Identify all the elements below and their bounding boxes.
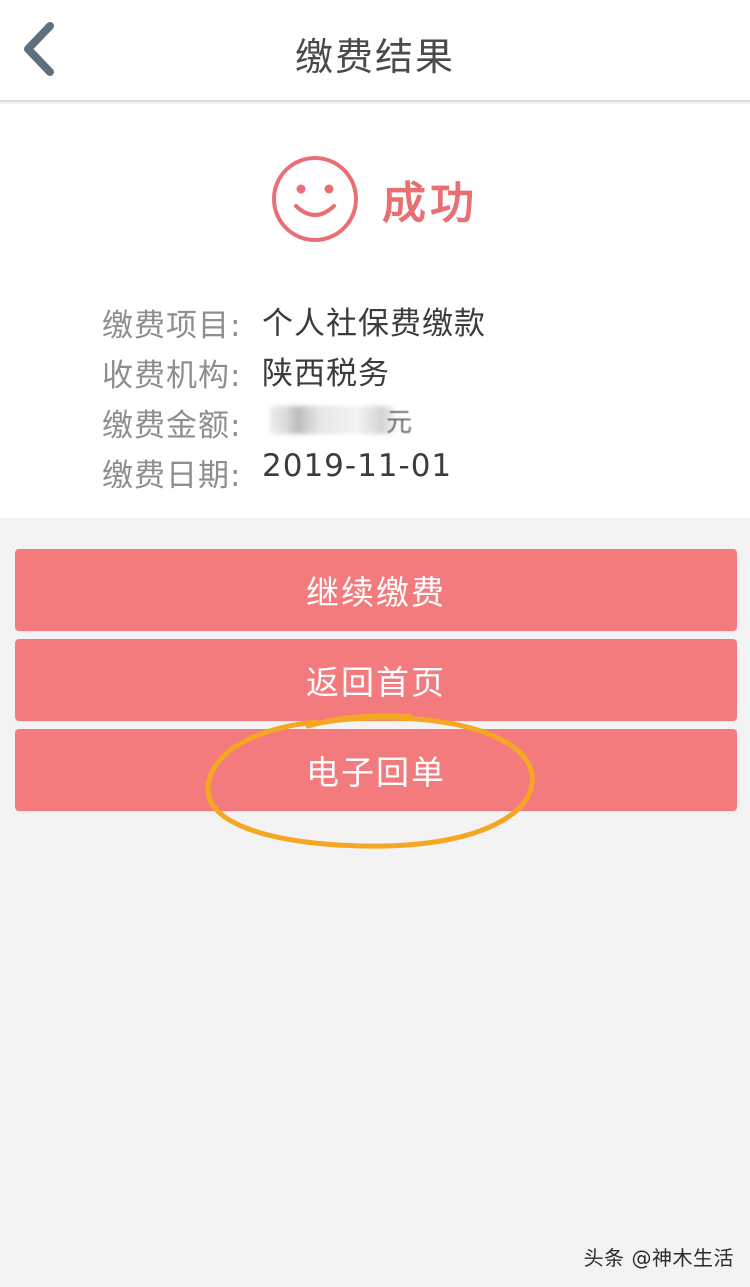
detail-value: 个人社保费缴款 <box>262 306 486 342</box>
watermark: 头条 @神木生活 <box>583 1246 734 1270</box>
redacted-amount <box>270 406 394 434</box>
return-home-button[interactable]: 返回首页 <box>15 639 737 721</box>
detail-value: 2019-11-01 <box>262 448 453 484</box>
result-status: 成功 <box>270 152 478 246</box>
page-title: 缴费结果 <box>294 35 455 79</box>
detail-label: 缴费项目: <box>102 308 242 344</box>
top-nav-bar: 缴费结果 <box>0 0 750 102</box>
payment-details: 缴费项目: 个人社保费缴款 收费机构: 陕西税务 缴费金额: 元 缴费日期: 2… <box>102 298 662 498</box>
status-text: 成功 <box>382 178 478 229</box>
detail-value: 陕西税务 <box>262 356 390 392</box>
amount-unit: 元 <box>386 408 413 438</box>
detail-row-institution: 收费机构: 陕西税务 <box>102 348 662 398</box>
detail-label: 收费机构: <box>102 358 242 394</box>
continue-payment-button[interactable]: 继续缴费 <box>15 549 737 631</box>
detail-row-amount: 缴费金额: 元 <box>102 398 662 448</box>
smile-face-icon <box>270 154 360 244</box>
detail-label: 缴费日期: <box>102 458 242 494</box>
detail-row-item: 缴费项目: 个人社保费缴款 <box>102 298 662 348</box>
e-receipt-button[interactable]: 电子回单 <box>15 729 737 811</box>
payment-result-page: 缴费结果 成功 缴费项目: 个人社保费缴款 收费机构: 陕西税务 缴费金额: 元… <box>0 0 750 1287</box>
detail-label: 缴费金额: <box>102 408 242 444</box>
result-card: 成功 缴费项目: 个人社保费缴款 收费机构: 陕西税务 缴费金额: 元 缴费日期… <box>0 104 750 518</box>
detail-row-date: 缴费日期: 2019-11-01 <box>102 448 662 498</box>
